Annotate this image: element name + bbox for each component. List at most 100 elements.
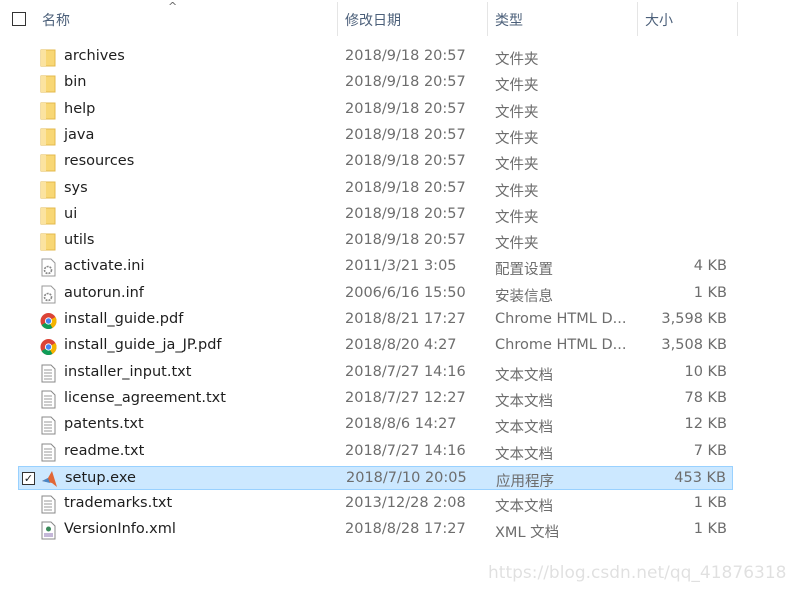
column-name[interactable]: 名称 bbox=[42, 10, 70, 30]
file-row[interactable]: sys 2018/9/18 20:57 文件夹 bbox=[18, 177, 733, 201]
file-type: 配置设置 bbox=[495, 262, 553, 279]
file-modified: 2006/6/16 15:50 bbox=[345, 284, 466, 301]
file-name: java bbox=[64, 126, 95, 143]
file-type: 文件夹 bbox=[495, 104, 539, 121]
file-name: install_guide_ja_JP.pdf bbox=[64, 337, 222, 354]
file-row[interactable]: ✓ setup.exe 2018/7/10 20:05 应用程序 453 KB bbox=[18, 465, 733, 490]
file-name: help bbox=[64, 100, 96, 117]
file-row[interactable]: installer_input.txt 2018/7/27 14:16 文本文档 10… bbox=[18, 361, 733, 385]
file-modified: 2018/9/18 20:57 bbox=[345, 153, 466, 170]
file-row[interactable]: trademarks.txt 2013/12/28 2:08 文本文档 1 KB bbox=[18, 492, 733, 516]
file-row[interactable]: autorun.inf 2006/6/16 15:50 安装信息 1 KB bbox=[18, 282, 733, 306]
file-modified: 2018/9/18 20:57 bbox=[345, 179, 466, 196]
file-modified: 2018/8/21 17:27 bbox=[345, 311, 466, 327]
sort-ascending-icon: ^ bbox=[168, 0, 178, 13]
file-type: 文件夹 bbox=[495, 236, 539, 253]
file-row[interactable]: java 2018/9/18 20:57 文件夹 bbox=[18, 124, 733, 148]
file-type: XML 文档 bbox=[495, 525, 560, 542]
file-modified: 2018/8/20 4:27 bbox=[345, 337, 457, 354]
file-type: 文本文档 bbox=[495, 499, 553, 516]
file-name: resources bbox=[64, 153, 135, 170]
file-type: 文本文档 bbox=[495, 393, 553, 410]
folder-icon bbox=[40, 180, 57, 199]
file-name: sys bbox=[64, 179, 88, 196]
file-name: utils bbox=[64, 232, 95, 249]
chrome-icon bbox=[40, 311, 57, 330]
file-type: 文件夹 bbox=[495, 183, 539, 200]
folder-icon bbox=[40, 232, 57, 251]
folder-icon bbox=[40, 153, 57, 172]
file-name: patents.txt bbox=[64, 416, 144, 433]
file-modified: 2018/8/28 17:27 bbox=[345, 521, 466, 538]
file-name: bin bbox=[64, 74, 87, 91]
settings-file-icon bbox=[40, 285, 57, 304]
column-divider[interactable] bbox=[487, 2, 488, 36]
column-divider[interactable] bbox=[737, 2, 738, 36]
file-row[interactable]: license_agreement.txt 2018/7/27 12:27 文本文档… bbox=[18, 387, 733, 411]
column-divider[interactable] bbox=[637, 2, 638, 36]
file-modified: 2018/7/27 12:27 bbox=[345, 389, 466, 406]
file-row[interactable]: help 2018/9/18 20:57 文件夹 bbox=[18, 98, 733, 122]
column-modified[interactable]: 修改日期 bbox=[345, 10, 401, 30]
file-name: license_agreement.txt bbox=[64, 389, 226, 406]
text-file-icon bbox=[40, 390, 57, 409]
file-size: 4 KB bbox=[693, 258, 727, 275]
file-modified: 2018/9/18 20:57 bbox=[345, 100, 466, 117]
folder-icon bbox=[40, 48, 57, 67]
file-name: readme.txt bbox=[64, 442, 145, 459]
file-modified: 2018/7/27 14:16 bbox=[345, 363, 466, 380]
file-row[interactable]: utils 2018/9/18 20:57 文件夹 bbox=[18, 229, 733, 253]
select-all-checkbox[interactable] bbox=[12, 12, 26, 26]
column-size[interactable]: 大小 bbox=[645, 10, 673, 30]
file-size: 78 KB bbox=[684, 389, 727, 406]
file-type: 文件夹 bbox=[495, 209, 539, 226]
file-name: installer_input.txt bbox=[64, 363, 192, 380]
column-divider[interactable] bbox=[337, 2, 338, 36]
file-type: 安装信息 bbox=[495, 288, 553, 305]
file-row[interactable]: install_guide_ja_JP.pdf 2018/8/20 4:27 Chr… bbox=[18, 334, 733, 358]
text-file-icon bbox=[40, 495, 57, 514]
file-type: 文件夹 bbox=[495, 130, 539, 147]
text-file-icon bbox=[40, 443, 57, 462]
chrome-icon bbox=[40, 337, 57, 356]
matlab-icon bbox=[41, 470, 58, 489]
file-type: 文本文档 bbox=[495, 446, 553, 463]
file-name: archives bbox=[64, 48, 125, 64]
file-size: 1 KB bbox=[693, 521, 727, 538]
file-type: 文件夹 bbox=[495, 157, 539, 174]
file-name: autorun.inf bbox=[64, 284, 144, 301]
file-row[interactable]: activate.ini 2011/3/21 3:05 配置设置 4 KB bbox=[18, 255, 733, 279]
file-row[interactable]: install_guide.pdf 2018/8/21 17:27 Chrome H… bbox=[18, 308, 733, 332]
file-modified: 2013/12/28 2:08 bbox=[345, 495, 466, 512]
file-type: Chrome HTML D... bbox=[495, 337, 627, 354]
file-modified: 2011/3/21 3:05 bbox=[345, 258, 457, 275]
folder-icon bbox=[40, 206, 57, 225]
file-size: 3,598 KB bbox=[661, 311, 727, 327]
file-row[interactable]: ui 2018/9/18 20:57 文件夹 bbox=[18, 203, 733, 227]
file-type: 应用程序 bbox=[496, 473, 554, 490]
column-type[interactable]: 类型 bbox=[495, 10, 523, 30]
file-modified: 2018/9/18 20:57 bbox=[345, 74, 466, 91]
file-size: 12 KB bbox=[684, 416, 727, 433]
row-checkbox[interactable]: ✓ bbox=[22, 471, 35, 485]
watermark: https://blog.csdn.net/qq_41876318 bbox=[488, 563, 787, 583]
file-name: ui bbox=[64, 205, 78, 222]
file-type: 文件夹 bbox=[495, 52, 539, 68]
file-type: 文件夹 bbox=[495, 78, 539, 95]
file-row[interactable]: VersionInfo.xml 2018/8/28 17:27 XML 文档 1 KB bbox=[18, 518, 733, 542]
file-size: 453 KB bbox=[674, 469, 726, 486]
file-name: trademarks.txt bbox=[64, 495, 173, 512]
file-type: 文本文档 bbox=[495, 420, 553, 437]
file-row[interactable]: archives 2018/9/18 20:57 文件夹 bbox=[18, 45, 733, 69]
text-file-icon bbox=[40, 364, 57, 383]
file-modified: 2018/7/10 20:05 bbox=[346, 469, 467, 486]
file-row[interactable]: resources 2018/9/18 20:57 文件夹 bbox=[18, 150, 733, 174]
file-row[interactable]: readme.txt 2018/7/27 14:16 文本文档 7 KB bbox=[18, 440, 733, 464]
file-type: 文本文档 bbox=[495, 367, 553, 384]
text-file-icon bbox=[40, 416, 57, 435]
file-size: 10 KB bbox=[684, 363, 727, 380]
file-row[interactable]: bin 2018/9/18 20:57 文件夹 bbox=[18, 71, 733, 95]
file-modified: 2018/8/6 14:27 bbox=[345, 416, 457, 433]
column-header: ^ 名称 修改日期 类型 大小 bbox=[0, 0, 803, 40]
file-row[interactable]: patents.txt 2018/8/6 14:27 文本文档 12 KB bbox=[18, 413, 733, 437]
